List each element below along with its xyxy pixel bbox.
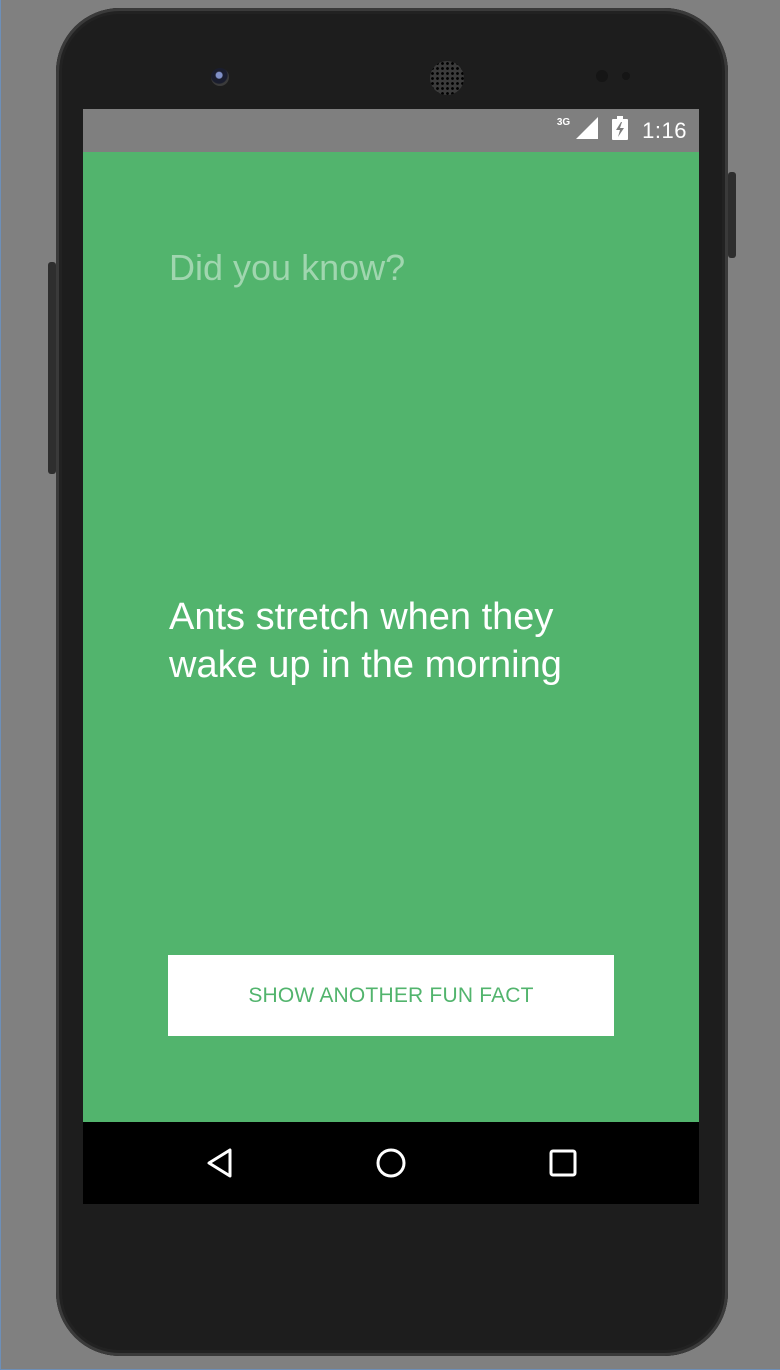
volume-button[interactable] — [48, 262, 56, 474]
show-another-fact-button[interactable]: SHOW ANOTHER FUN FACT — [168, 955, 614, 1036]
battery-icon — [612, 116, 629, 145]
signal-icon — [576, 117, 599, 144]
front-camera-icon — [211, 68, 229, 86]
status-icons: 3G 1:16 — [557, 109, 687, 152]
recents-icon[interactable] — [539, 1139, 587, 1187]
emulator-frame: 3G 1:16 Did you know? Ants stretch when — [0, 0, 780, 1370]
heading-label: Did you know? — [169, 247, 406, 288]
navigation-bar — [83, 1122, 699, 1204]
fact-text: Ants stretch when they wake up in the mo… — [169, 596, 562, 686]
status-bar: 3G 1:16 — [83, 109, 699, 152]
app-screen: 3G 1:16 Did you know? Ants stretch when — [83, 109, 699, 1204]
light-sensor-icon — [622, 72, 630, 80]
power-button[interactable] — [728, 172, 736, 258]
home-icon[interactable] — [367, 1139, 415, 1187]
back-icon[interactable] — [196, 1139, 244, 1187]
proximity-sensor-icon — [596, 70, 608, 82]
earpiece-speaker-icon — [430, 61, 464, 95]
network-type-label: 3G — [556, 117, 571, 128]
clock: 1:16 — [642, 117, 687, 143]
